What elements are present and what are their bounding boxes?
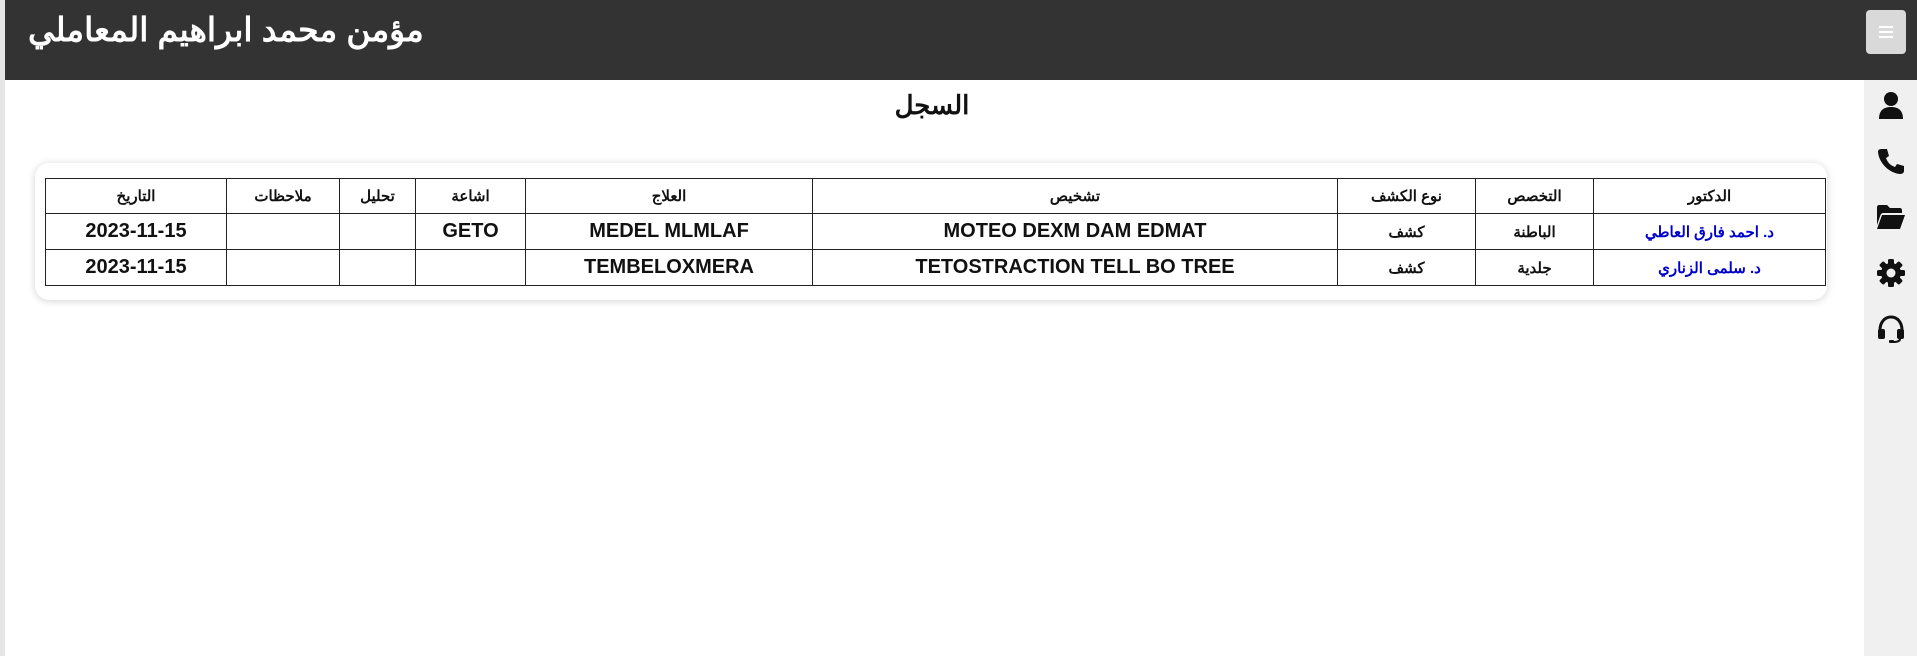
treatment-cell: TEMBELOXMERA: [525, 249, 813, 286]
column-header-doctor: الدكتور: [1593, 178, 1826, 214]
column-header-diagnosis: تشخيص: [812, 178, 1338, 214]
doctor-link[interactable]: د. سلمى الزناري: [1593, 249, 1826, 286]
notes-cell: [226, 213, 340, 250]
app-window: مؤمن محمد ابراهيم المعاملي السجل الدكتور…: [0, 0, 1917, 656]
specialty-cell: الباطنة: [1475, 213, 1594, 250]
folder-open-icon: [1876, 204, 1906, 235]
visit-type-cell: كشف: [1337, 249, 1476, 286]
diagnosis-cell: MOTEO DEXM DAM EDMAT: [812, 213, 1338, 250]
column-header-date: التاريخ: [45, 178, 227, 214]
right-sidebar: [1864, 80, 1917, 656]
sidebar-item-support[interactable]: [1876, 314, 1906, 348]
treatment-cell: MEDEL MLMLAF: [525, 213, 813, 250]
sidebar-item-records[interactable]: [1876, 204, 1906, 234]
user-icon: [1878, 91, 1904, 124]
headset-icon: [1877, 314, 1905, 348]
column-header-visit-type: نوع الكشف: [1337, 178, 1476, 214]
date-cell: 2023-11-15: [45, 249, 227, 286]
page-title: السجل: [894, 90, 970, 120]
column-header-xray: اشاعة: [415, 178, 526, 214]
phone-icon: [1877, 147, 1905, 180]
sidebar-item-contact[interactable]: [1876, 148, 1906, 178]
table-row: د. سلمى الزناري جلدية كشف TETOSTRACTION …: [45, 249, 1826, 286]
analysis-cell: [339, 213, 416, 250]
visit-type-cell: كشف: [1337, 213, 1476, 250]
hamburger-menu-icon: [1879, 26, 1893, 38]
table-row: د. احمد فارق العاطي الباطنة كشف MOTEO DE…: [45, 213, 1826, 250]
notes-cell: [226, 249, 340, 286]
column-header-notes: ملاحظات: [226, 178, 340, 214]
table-header-row: الدكتور التخصص نوع الكشف تشخيص العلاج اش…: [45, 178, 1826, 214]
analysis-cell: [339, 249, 416, 286]
sidebar-item-profile[interactable]: [1876, 91, 1906, 124]
column-header-specialty: التخصص: [1475, 178, 1594, 214]
column-header-treatment: العلاج: [525, 178, 813, 214]
specialty-cell: جلدية: [1475, 249, 1594, 286]
top-navbar: مؤمن محمد ابراهيم المعاملي: [5, 0, 1917, 80]
xray-cell: GETO: [415, 213, 526, 250]
menu-button[interactable]: [1866, 10, 1906, 54]
column-header-analysis: تحليل: [339, 178, 416, 214]
date-cell: 2023-11-15: [45, 213, 227, 250]
diagnosis-cell: TETOSTRACTION TELL BO TREE: [812, 249, 1338, 286]
records-card: الدكتور التخصص نوع الكشف تشخيص العلاج اش…: [35, 163, 1827, 300]
sidebar-item-settings[interactable]: [1876, 258, 1906, 292]
gear-icon: [1877, 258, 1905, 292]
records-table: الدكتور التخصص نوع الكشف تشخيص العلاج اش…: [45, 178, 1826, 286]
xray-cell: [415, 249, 526, 286]
patient-name: مؤمن محمد ابراهيم المعاملي: [28, 11, 424, 48]
doctor-link[interactable]: د. احمد فارق العاطي: [1593, 213, 1826, 250]
